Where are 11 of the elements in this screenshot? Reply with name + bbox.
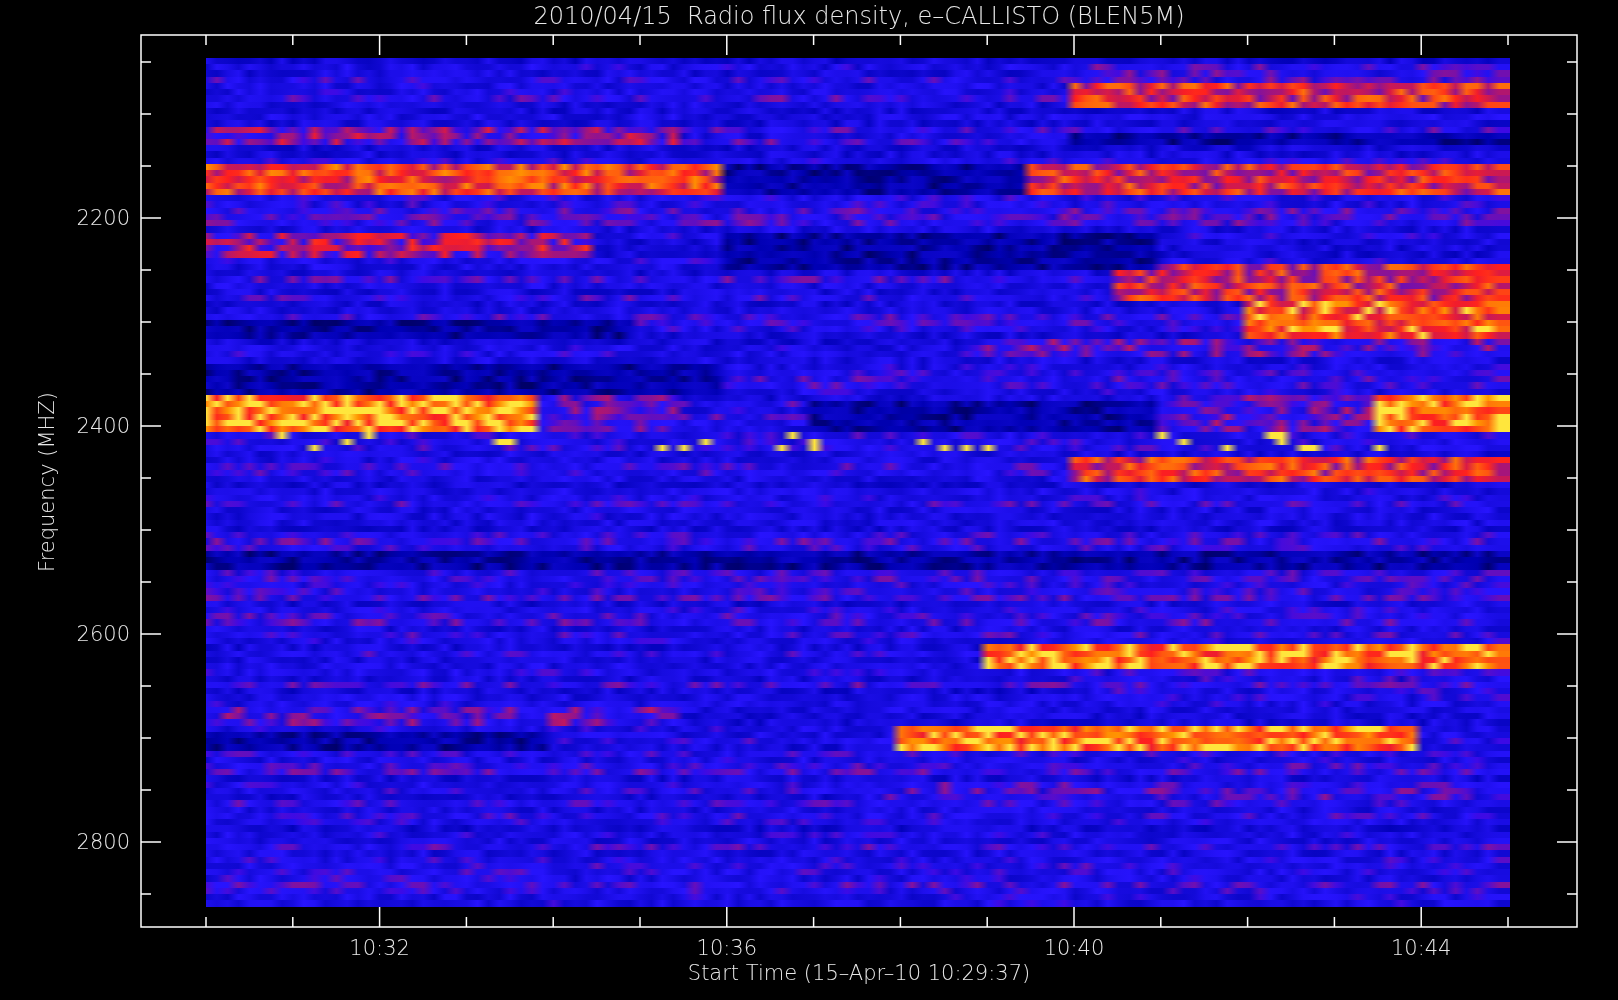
tick-label: 2200 [76,206,130,230]
axis-title: Frequency (MHZ) [35,392,59,572]
tick-label: 2800 [76,830,130,854]
chart-title: 2010/04/15 Radio flux density, e–CALLISTO (BLEN5M) [533,2,1185,30]
tick-label: 10:36 [696,936,758,960]
axis-title: Start Time (15–Apr–10 10:29:37) [687,961,1031,985]
tick-label: 10:40 [1043,936,1105,960]
tick-label: 2600 [76,622,130,646]
tick-label: 2400 [76,414,130,438]
tick-label: 10:44 [1390,936,1452,960]
tick-label: 10:32 [349,936,410,960]
